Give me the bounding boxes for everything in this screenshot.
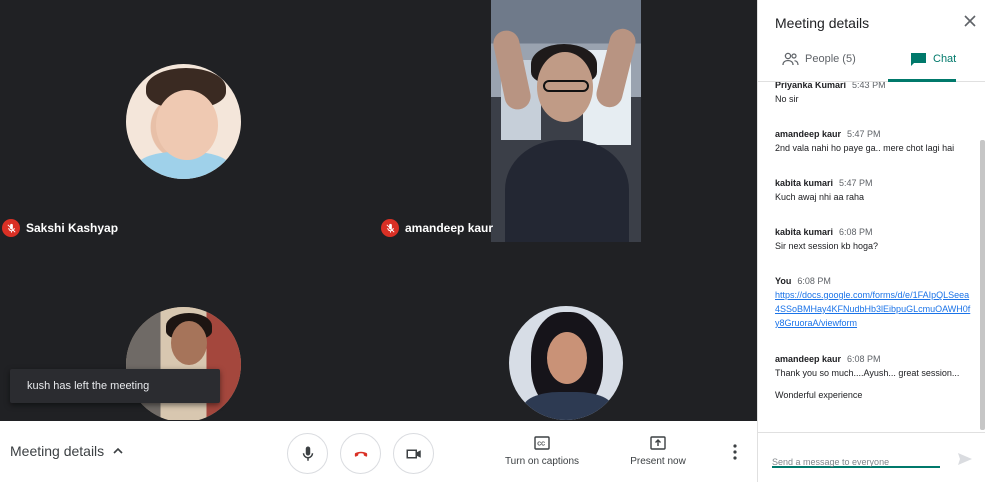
mic-off-icon: [381, 219, 399, 237]
chat-message: Priyanka Kumari 5:43 PM No sir: [775, 82, 971, 106]
message-time: 6:08 PM: [839, 227, 873, 237]
panel-tabs: People (5) Chat: [758, 42, 985, 82]
tab-people-label: People (5): [805, 53, 856, 65]
message-sender: amandeep kaur: [775, 354, 842, 364]
message-sender: kabita kumari: [775, 227, 834, 237]
tab-people[interactable]: People (5): [782, 52, 856, 66]
send-icon[interactable]: [957, 452, 973, 466]
left-meeting-toast: kush has left the meeting: [10, 369, 220, 403]
nametag-2: amandeep kaur: [381, 219, 493, 237]
closed-captions-icon: CC: [534, 436, 550, 450]
present-now-button[interactable]: Present now: [626, 436, 690, 467]
message-sender: amandeep kaur: [775, 129, 842, 139]
meeting-details-button[interactable]: Meeting details: [10, 443, 124, 459]
panel-title: Meeting details: [775, 15, 870, 31]
captions-label: Turn on captions: [504, 456, 580, 467]
avatar-sakshi: [126, 64, 241, 179]
message-time: 5:43 PM: [852, 82, 886, 90]
chevron-up-icon: [113, 447, 123, 454]
present-screen-icon: [650, 436, 666, 450]
meeting-details-label: Meeting details: [10, 443, 105, 459]
more-options-icon[interactable]: [728, 443, 742, 461]
chat-icon: [911, 53, 926, 66]
message-text: No sir: [775, 94, 799, 104]
meet-window: Sakshi Kashyap amandeep kaur kush has le…: [0, 0, 985, 482]
microphone-button[interactable]: [287, 433, 328, 474]
microphone-icon: [302, 446, 313, 461]
end-call-icon: [354, 451, 367, 457]
message-text: Thank you so much....Ayush... great sess…: [775, 368, 960, 378]
chat-input-wrapper: [772, 452, 940, 468]
people-icon: [782, 52, 799, 66]
meeting-details-panel: Meeting details People (5) Chat Priyanka…: [757, 0, 985, 482]
tab-chat[interactable]: Chat: [910, 52, 956, 66]
message-link[interactable]: https://docs.google.com/forms/d/e/1FAIpQ…: [775, 288, 971, 330]
video-grid: Sakshi Kashyap amandeep kaur kush has le…: [0, 0, 757, 420]
message-time: 6:08 PM: [797, 276, 831, 286]
captions-button[interactable]: CC Turn on captions: [503, 436, 581, 467]
message-time: 6:08 PM: [847, 354, 881, 364]
chat-message: amandeep kaur 6:08 PM Thank you so much..…: [775, 352, 971, 402]
message-sender: Priyanka Kumari: [775, 82, 847, 90]
message-text: 2nd vala nahi ho paye ga.. mere chot lag…: [775, 143, 955, 153]
close-icon[interactable]: [963, 14, 977, 28]
nametag-1: Sakshi Kashyap: [2, 219, 118, 237]
participant-name: amandeep kaur: [405, 221, 494, 235]
avatar-participant-3: [126, 307, 241, 420]
message-text: Wonderful experience: [775, 390, 863, 400]
participant-name: Sakshi Kashyap: [26, 221, 119, 235]
video-amandeep: [491, 0, 641, 242]
message-time: 5:47 PM: [839, 178, 873, 188]
message-time: 5:47 PM: [847, 129, 881, 139]
chat-message: kabita kumari 5:47 PM Kuch awaj nhi aa ra…: [775, 176, 971, 204]
camera-button[interactable]: [393, 433, 434, 474]
mic-off-icon: [2, 219, 20, 237]
message-text: Kuch awaj nhi aa raha: [775, 192, 865, 202]
tab-chat-label: Chat: [933, 53, 957, 65]
chat-input[interactable]: [772, 457, 940, 467]
camera-icon: [406, 449, 421, 458]
control-bar: Meeting details CC Turn on captions Pres…: [0, 421, 757, 482]
message-text: Sir next session kb hoga?: [775, 241, 879, 251]
chat-message: You 6:08 PM https://docs.google.com/forms…: [775, 274, 971, 330]
chat-messages: Priyanka Kumari 5:43 PM No sir amandeep k…: [758, 82, 985, 432]
chat-scrollbar[interactable]: [980, 140, 985, 430]
present-label: Present now: [630, 456, 686, 467]
chat-message: kabita kumari 6:08 PM Sir next session kb…: [775, 225, 971, 253]
end-call-button[interactable]: [340, 433, 381, 474]
message-sender: kabita kumari: [775, 178, 834, 188]
chat-message: amandeep kaur 5:47 PM 2nd vala nahi ho pa…: [775, 127, 971, 155]
divider: [758, 432, 985, 433]
svg-text:CC: CC: [537, 442, 545, 448]
avatar-participant-4: [509, 306, 623, 420]
message-sender: You: [775, 276, 792, 286]
